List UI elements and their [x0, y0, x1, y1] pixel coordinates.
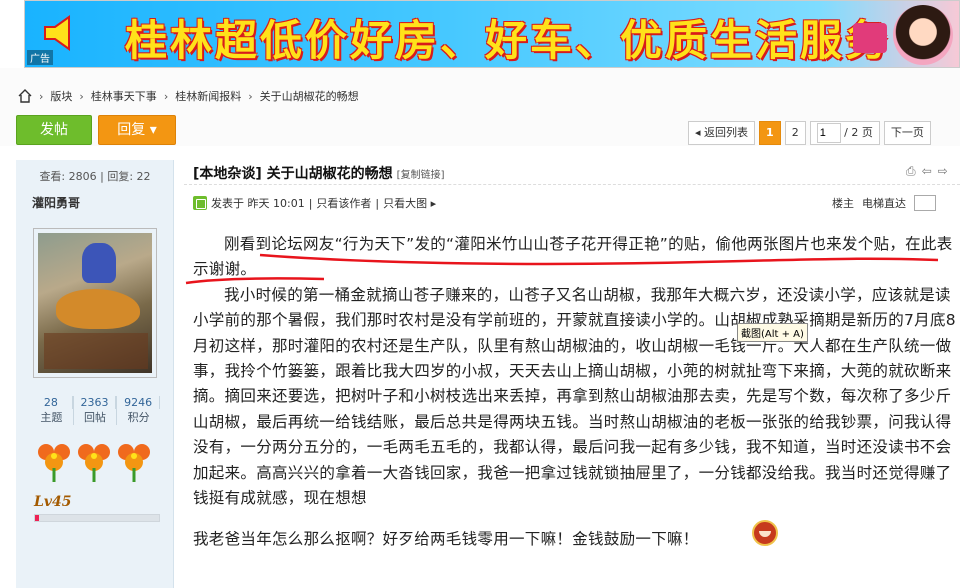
elevator-label: 电梯直达 [862, 197, 906, 210]
print-icon[interactable]: ⎙ [906, 164, 916, 179]
breadcrumb-item-forum[interactable]: 桂林事天下事 [91, 88, 157, 104]
screenshot-tooltip: 截图(Alt + A) [737, 323, 808, 342]
reply-button[interactable]: 回复 ▾ [98, 115, 176, 145]
page-jump: / 2 页 [809, 121, 880, 145]
points-label: 积分 [127, 411, 150, 424]
avatar-tiger [56, 289, 140, 329]
breadcrumb-separator: › [79, 89, 84, 103]
avatar-ground [44, 333, 148, 369]
post-title-text: [本地杂谈] 关于山胡椒花的畅想 [193, 166, 393, 182]
next-thread-icon[interactable]: ⇨ [938, 164, 948, 179]
breadcrumb-item-thread[interactable]: 关于山胡椒花的畅想 [260, 88, 359, 104]
ad-label: 广告 [27, 50, 53, 65]
breadcrumb: › 版块 › 桂林事天下事 › 桂林新闻报料 › 关于山胡椒花的畅想 [18, 88, 359, 104]
avatar-figure [82, 243, 116, 283]
breadcrumb-separator: › [163, 89, 169, 103]
author-name[interactable]: 灌阳勇哥 [32, 194, 80, 211]
home-icon[interactable] [18, 89, 32, 103]
level-progress-fill [35, 515, 39, 521]
post-paragraph: 我老爸当年怎么那么抠啊？好歹给两毛钱零用一下嘛！金钱鼓励一下嘛！ [193, 530, 699, 549]
shopping-bag-icon [853, 23, 887, 53]
page-input[interactable] [816, 123, 841, 143]
floor-jump-input[interactable] [914, 195, 936, 211]
post-meta: 发表于 昨天 10:01 | 只看该作者 | 只看大图 ▸ [193, 195, 436, 211]
new-post-button[interactable]: 发帖 [16, 115, 92, 145]
floor-controls: 楼主 电梯直达 [832, 195, 936, 211]
post-tools: ⎙ ⇦ ⇨ [906, 164, 948, 179]
ad-banner[interactable]: 桂林超低价好房、好车、优质生活服务 广告 [24, 0, 960, 68]
author-sidebar: 查看: 2806 | 回复: 22 灌阳勇哥 28 主题 2363 回帖 9246 积… [16, 160, 174, 588]
breadcrumb-separator: › [248, 89, 253, 103]
points-number: 9246 [117, 396, 161, 409]
online-status-icon [193, 196, 207, 210]
post-body: 刚看到论坛网友“行为天下”发的“灌阳米竹山山苍子花开得正艳”的贴，偷他两张图片也… [193, 232, 960, 553]
replies-number: 2363 [74, 396, 117, 409]
post-paragraph: 我小时候的第一桶金就摘山苍子赚来的，山苍子又名山胡椒，我那年大概六岁，还没读小学… [193, 285, 956, 508]
pagination: ◂ 返回列表 1 2 / 2 页 下一页 [688, 121, 931, 145]
medal-flowers [36, 440, 152, 484]
banner-girl-illustration [893, 5, 953, 65]
points-count[interactable]: 9246 积分 [117, 396, 161, 425]
post-title: [本地杂谈] 关于山胡椒花的畅想 [复制链接] [193, 163, 444, 183]
flower-icon [118, 444, 150, 482]
post-paragraph: 刚看到论坛网友“行为天下”发的“灌阳米竹山山苍子花开得正艳”的贴，偷他两张图片也… [193, 235, 953, 279]
author-counts: 28 主题 2363 回帖 9246 积分 [30, 396, 161, 425]
page-1-button[interactable]: 1 [759, 121, 781, 145]
only-author-link[interactable]: 只看该作者 [316, 195, 371, 211]
topics-label: 主题 [40, 411, 63, 424]
level-progress-bar [34, 514, 160, 522]
prev-thread-icon[interactable]: ⇦ [922, 164, 932, 179]
thread-stats: 查看: 2806 | 回复: 22 [39, 170, 151, 183]
divider [184, 184, 960, 185]
banner-text: 桂林超低价好房、好车、优质生活服务 [125, 16, 891, 65]
flower-icon [78, 444, 110, 482]
breadcrumb-item-board[interactable]: 版块 [50, 88, 72, 104]
page-total: / 2 页 [840, 126, 873, 139]
meta-separator: | [308, 196, 313, 210]
next-page-button[interactable]: 下一页 [883, 121, 931, 145]
breadcrumb-item-subforum[interactable]: 桂林新闻报料 [175, 88, 241, 104]
post-time: 发表于 昨天 10:01 [211, 197, 305, 210]
only-images-link[interactable]: 只看大图 ▸ [383, 195, 436, 211]
topics-number: 28 [30, 396, 73, 409]
user-level: Lv45 [34, 494, 72, 510]
replies-count[interactable]: 2363 回帖 [74, 396, 118, 425]
topics-count[interactable]: 28 主题 [30, 396, 74, 425]
back-to-list-button[interactable]: ◂ 返回列表 [688, 121, 756, 145]
breadcrumb-separator: › [39, 89, 44, 103]
megaphone-icon [44, 15, 70, 51]
copy-link-button[interactable]: [复制链接] [397, 170, 445, 181]
flower-icon [38, 444, 70, 482]
page-2-button[interactable]: 2 [784, 121, 806, 145]
avatar[interactable] [33, 228, 157, 378]
replies-label: 回帖 [84, 411, 106, 424]
floor-label: 楼主 [832, 197, 854, 210]
meta-separator: | [375, 196, 380, 210]
monkey-emoji-icon [752, 520, 778, 546]
